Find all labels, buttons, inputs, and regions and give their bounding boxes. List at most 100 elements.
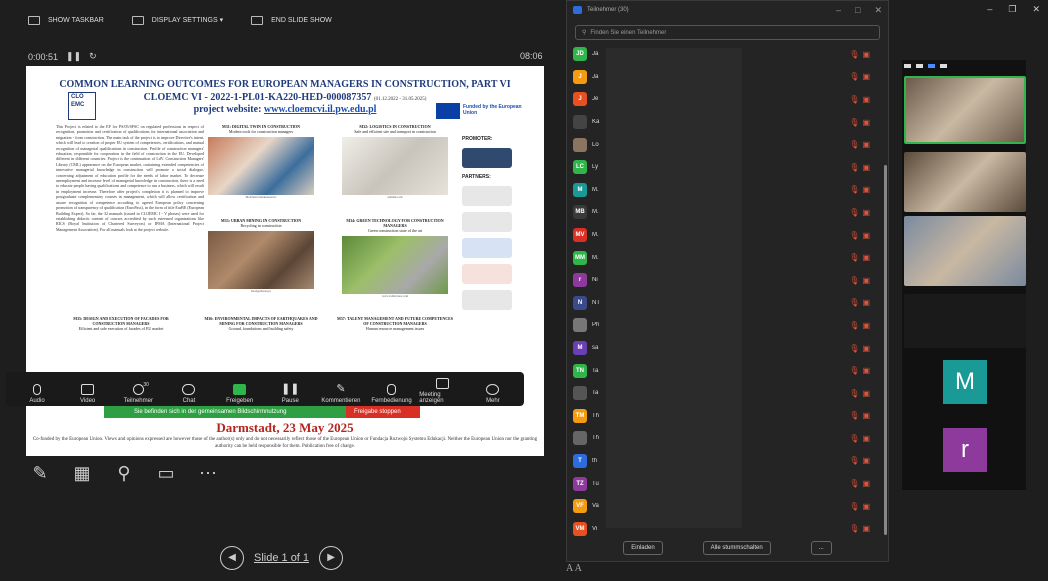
participant-avatar: MM [573, 250, 587, 265]
video-tile[interactable] [904, 216, 1026, 286]
more-button[interactable]: Mehr [470, 384, 516, 404]
subtitles-icon[interactable]: ▭ [156, 463, 176, 483]
end-slide-show-button[interactable]: END SLIDE SHOW [251, 15, 332, 25]
video-tile[interactable]: M [904, 360, 1026, 410]
show-taskbar-button[interactable]: SHOW TASKBAR [28, 15, 104, 25]
end-slide-show-label: END SLIDE SHOW [271, 16, 332, 24]
display-icon [131, 15, 144, 25]
muted-status-icon: 🎙︎▣ [849, 49, 873, 59]
cloemc-logo: CLO EMC [68, 92, 96, 120]
microphone-icon [33, 384, 41, 395]
font-size-controls[interactable]: A A [566, 563, 582, 574]
display-settings-button[interactable]: DISPLAY SETTINGS ▾ [131, 15, 223, 25]
layout-icon[interactable] [904, 64, 911, 68]
participant-initial-tile: r [943, 428, 987, 472]
share-button[interactable]: Freigeben [217, 384, 263, 404]
muted-status-icon: 🎙︎▣ [849, 162, 873, 172]
video-tile[interactable]: r [904, 428, 1026, 474]
slide-subtitle: CLOEMC VI - 2022-1-PL01-KA220-HED-000087… [26, 92, 544, 103]
pen-icon[interactable]: ✎ [30, 463, 50, 483]
audio-button[interactable]: Audio [14, 384, 60, 404]
pause-share-button[interactable]: ❚❚ Pause [267, 384, 313, 405]
module-desc: Green construction state of the art [367, 228, 423, 233]
module-desc: Efficient and safe execution of facades … [78, 326, 164, 331]
minimize-icon[interactable]: – [836, 5, 841, 16]
layout-icon[interactable] [940, 64, 947, 68]
layout-icon[interactable] [928, 64, 935, 68]
participant-avatar: VM [573, 521, 587, 536]
meeting-window-icon [435, 378, 449, 389]
presenter-toolbar: SHOW TASKBAR DISPLAY SETTINGS ▾ END SLID… [0, 0, 560, 40]
video-tile[interactable] [904, 294, 1026, 348]
magnifier-icon[interactable]: ⚲ [114, 463, 134, 483]
mute-all-button[interactable]: Alle stummschalten [702, 541, 771, 555]
reset-timer-icon[interactable]: ↻ [89, 51, 97, 62]
muted-status-icon: 🎙︎▣ [849, 320, 873, 330]
chat-button[interactable]: Chat [166, 384, 212, 404]
more-icon [486, 384, 500, 395]
participant-avatar: MB [573, 205, 587, 220]
close-icon[interactable]: ✕ [874, 5, 882, 16]
show-taskbar-label: SHOW TASKBAR [48, 16, 104, 24]
participant-search-input[interactable]: ⚲ Finden Sie einen Teilnehmer [575, 25, 880, 40]
promoter-logo [462, 148, 512, 168]
module-desc: Recycling in construction [240, 223, 282, 228]
participants-button[interactable]: 30 Teilnehmer [115, 382, 161, 404]
participant-avatar: VF [573, 499, 587, 514]
share-label: Freigeben [226, 398, 254, 404]
participants-scrollbar[interactable] [884, 165, 887, 535]
pause-timer-icon[interactable]: ❚❚ [66, 51, 81, 62]
module-card: M35: DESIGN AND EXECUTION OF FACADES FOR… [62, 316, 180, 331]
restore-icon[interactable]: ❐ [1008, 4, 1016, 15]
participant-avatar: MV [573, 228, 587, 243]
participant-avatar: M [573, 182, 587, 197]
chat-icon [182, 384, 196, 395]
presenter-tools: ✎ ▦ ⚲ ▭ ⋯ [30, 463, 218, 483]
remote-control-button[interactable]: Fernbedienung [369, 384, 415, 404]
show-meeting-button[interactable]: Meeting anzeigen [419, 378, 465, 404]
video-tile[interactable] [904, 152, 1026, 212]
previous-slide-button[interactable]: ◀ [220, 546, 244, 570]
pen-icon: ✎ [336, 383, 346, 395]
next-slide-button[interactable]: ▶ [319, 546, 344, 570]
maximize-icon[interactable]: □ [855, 5, 860, 16]
close-icon[interactable]: ✕ [1032, 4, 1040, 15]
partner-logo [462, 290, 512, 310]
video-tile[interactable] [904, 76, 1026, 144]
module-caption: unDark.com [387, 195, 403, 199]
minimize-icon[interactable]: – [987, 4, 992, 15]
clock: 08:06 [520, 51, 543, 61]
pause-label: Pause [281, 398, 299, 404]
invite-button[interactable]: Einladen [623, 541, 663, 555]
muted-status-icon: 🎙︎▣ [849, 72, 873, 82]
partner-logo [462, 264, 512, 284]
annotate-button[interactable]: ✎ Kommentieren [318, 383, 364, 405]
muted-status-icon: 🎙︎▣ [849, 117, 873, 127]
participant-avatar: M [573, 341, 587, 356]
module-desc: Human resource management issues [365, 326, 425, 331]
slide-counter: Slide 1 of 1 [254, 552, 310, 564]
website-link[interactable]: www.cloemcvi.il.pw.edu.pl [264, 104, 377, 115]
participant-avatar [573, 115, 587, 130]
more-options-icon[interactable]: ⋯ [198, 463, 218, 483]
participants-count: 30 [143, 382, 149, 388]
muted-status-icon: 🎙︎▣ [849, 298, 873, 308]
project-code: CLOEMC VI - 2022-1-PL01-KA220-HED-000087… [143, 92, 372, 103]
stop-share-label: Freigabe stoppen [354, 409, 401, 415]
muted-status-icon: 🎙︎▣ [849, 479, 873, 489]
muted-status-icon: 🎙︎▣ [849, 433, 873, 443]
participants-label: Teilnehmer [123, 398, 153, 404]
layout-icon[interactable] [916, 64, 923, 68]
participant-avatar: TM [573, 408, 587, 423]
stop-share-button[interactable]: Freigabe stoppen [346, 406, 420, 418]
partners-column: PROMOTER: PARTNERS: [462, 136, 532, 316]
module-card: M37: TALENT MANAGEMENT AND FUTURE COMPET… [336, 316, 454, 331]
slides-grid-icon[interactable]: ▦ [72, 463, 92, 483]
module-image [208, 231, 314, 289]
participant-avatar: LC [573, 160, 587, 175]
video-button[interactable]: Video [65, 384, 111, 404]
panel-more-button[interactable]: ... [810, 541, 832, 555]
module-title: M37: TALENT MANAGEMENT AND FUTURE COMPET… [336, 316, 454, 326]
module-caption: Mod/hezcottunkelseen.be [245, 195, 277, 199]
partner-logo [462, 186, 512, 206]
